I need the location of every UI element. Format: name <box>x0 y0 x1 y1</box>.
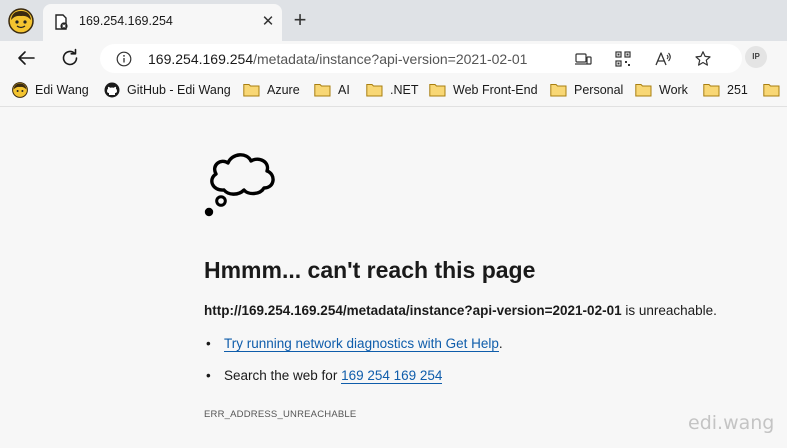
bookmark-folder-work[interactable]: Work <box>635 81 688 99</box>
tab-title: 169.254.169.254 <box>79 14 173 28</box>
bullet: • <box>206 336 211 351</box>
bookmark-label: Personal <box>574 83 624 97</box>
error-code: ERR_ADDRESS_UNREACHABLE <box>204 409 357 420</box>
app-available-icon[interactable] <box>574 50 592 68</box>
bookmark-label: .NET <box>390 83 419 97</box>
network-diagnostics-link[interactable]: Try running network diagnostics with Get… <box>224 336 499 352</box>
suggestion-1-suffix: . <box>498 336 503 351</box>
bookmark-label: Web Front-End <box>453 83 538 97</box>
folder-icon <box>366 84 383 97</box>
suggestion-search: • Search the web for 169 254 169 254 <box>206 368 443 384</box>
status-url: http://169.254.169.254/metadata/instance… <box>204 303 622 318</box>
bookmark-edi-wang[interactable]: Edi Wang <box>12 81 89 99</box>
bookmark-folder-azure[interactable]: Azure <box>243 81 300 99</box>
toolbar: 169.254.169.254/metadata/instance?api-ve… <box>0 41 787 74</box>
favorite-star-icon[interactable] <box>694 50 712 68</box>
bookmark-github[interactable]: GitHub - Edi Wang <box>104 81 231 99</box>
search-web-link[interactable]: 169 254 169 254 <box>341 368 443 384</box>
folder-icon <box>314 84 331 97</box>
folder-icon <box>550 84 567 97</box>
read-aloud-icon[interactable] <box>654 50 672 68</box>
status-suffix: is unreachable. <box>621 303 717 318</box>
bookmark-folder-personal[interactable]: Personal <box>550 81 623 99</box>
suggestion-diagnostics: • Try running network diagnostics with Ge… <box>206 336 503 352</box>
folder-icon <box>429 84 446 97</box>
info-icon[interactable] <box>116 51 132 67</box>
error-page: Hmmm... can't reach this page http://169… <box>0 107 787 448</box>
bookmark-folder-web-front-end[interactable]: Web Front-End <box>429 81 538 99</box>
bookmark-label: Azure <box>267 83 300 97</box>
tab-close-icon[interactable]: ✕ <box>259 13 277 31</box>
folder-icon <box>763 84 780 97</box>
back-arrow-icon[interactable] <box>14 46 38 70</box>
url-path: /metadata/instance?api-version=2021-02-0… <box>253 51 528 67</box>
profile-avatar-icon[interactable] <box>8 8 34 34</box>
bookmark-label: Work <box>659 83 688 97</box>
bookmark-label: GitHub - Edi Wang <box>127 83 231 97</box>
folder-icon <box>635 84 652 97</box>
url-host: 169.254.169.254 <box>148 51 254 67</box>
refresh-icon[interactable] <box>58 46 82 70</box>
profile-button[interactable]: IP <box>745 46 767 68</box>
suggestion-2-prefix: Search the web for <box>224 368 342 383</box>
bookmark-label: 251 <box>727 83 748 97</box>
folder-icon <box>243 84 260 97</box>
bookmark-folder-overflow[interactable] <box>763 81 787 99</box>
favorites-bar: Edi Wang GitHub - Edi Wang Azure AI .NET… <box>0 74 787 107</box>
bookmark-folder-ai[interactable]: AI <box>314 81 350 99</box>
url-text[interactable]: 169.254.169.254/metadata/instance?api-ve… <box>148 51 527 67</box>
qr-code-icon[interactable] <box>614 50 632 68</box>
watermark: edi.wang <box>688 412 775 434</box>
bookmark-folder-dotnet[interactable]: .NET <box>366 81 418 99</box>
tab-strip: 169.254.169.254 ✕ + <box>0 0 787 41</box>
new-tab-icon[interactable]: + <box>288 9 312 33</box>
bullet: • <box>206 368 211 383</box>
bookmark-label: AI <box>338 83 350 97</box>
error-heading: Hmmm... can't reach this page <box>204 257 536 283</box>
bookmark-label: Edi Wang <box>35 83 89 97</box>
tab-active[interactable]: 169.254.169.254 ✕ <box>43 4 282 41</box>
address-bar[interactable]: 169.254.169.254/metadata/instance?api-ve… <box>100 44 742 73</box>
github-icon <box>104 82 120 98</box>
error-status: http://169.254.169.254/metadata/instance… <box>204 303 717 318</box>
thought-cloud-icon <box>202 146 280 218</box>
bookmark-folder-251[interactable]: 251 <box>703 81 748 99</box>
avatar-icon <box>12 82 28 98</box>
page-error-icon <box>53 14 69 30</box>
folder-icon <box>703 84 720 97</box>
